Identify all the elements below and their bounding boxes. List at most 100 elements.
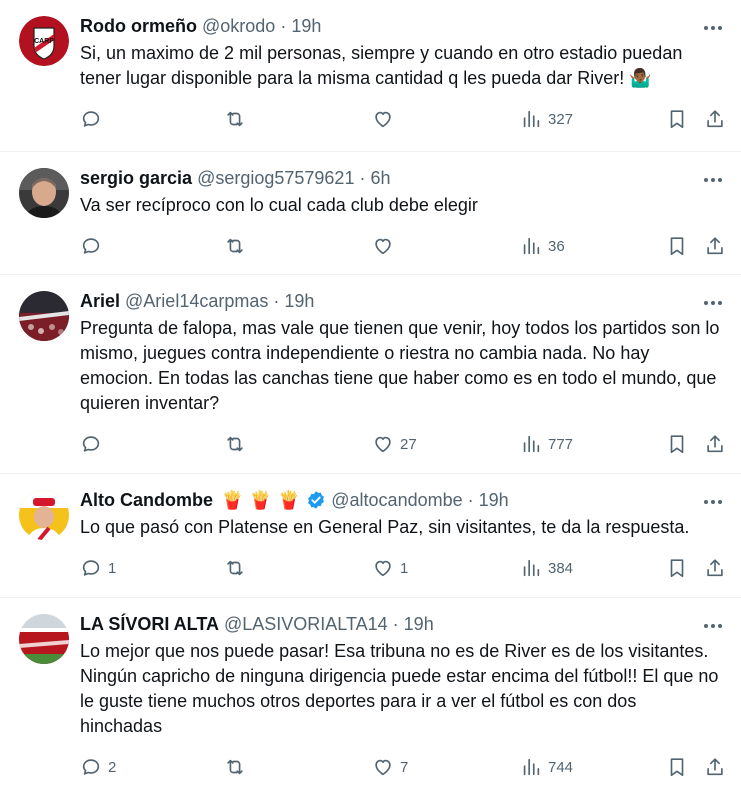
reply-bubble-icon (82, 560, 100, 576)
display-name[interactable]: Alto Candombe (80, 488, 213, 512)
share-button[interactable] (704, 433, 726, 455)
views-button[interactable]: 777 (520, 433, 573, 455)
share-button[interactable] (704, 557, 726, 579)
avatar[interactable] (19, 168, 69, 218)
views-button[interactable]: 384 (520, 557, 573, 579)
more-icon[interactable] (701, 16, 725, 40)
view-count: 36 (548, 237, 565, 255)
more-icon[interactable] (701, 614, 725, 638)
heart-icon (375, 759, 391, 776)
reply-button[interactable] (80, 108, 108, 130)
user-handle[interactable]: @altocandombe (331, 488, 462, 512)
display-name[interactable]: Ariel (80, 289, 120, 313)
like-button[interactable] (372, 235, 400, 257)
timestamp[interactable]: 19h (404, 612, 434, 636)
bookmark-button[interactable] (666, 557, 688, 579)
more-icon[interactable] (701, 490, 725, 514)
views-bars-icon (523, 110, 540, 128)
svg-text:CARP: CARP (34, 38, 54, 45)
avatar[interactable] (19, 291, 69, 341)
retweet-button[interactable] (224, 235, 252, 257)
tweet-text: Lo mejor que nos puede pasar! Esa tribun… (80, 641, 724, 736)
avatar[interactable] (19, 490, 69, 540)
tweet-actions: 36 (80, 218, 725, 276)
like-count: 27 (400, 435, 417, 453)
share-button[interactable] (704, 235, 726, 257)
timestamp[interactable]: 19h (291, 14, 321, 38)
user-handle[interactable]: @Ariel14carpmas (125, 289, 268, 313)
like-button[interactable]: 1 (372, 557, 408, 579)
share-upload-icon (707, 237, 723, 255)
retweet-button[interactable] (224, 108, 252, 130)
tweet[interactable]: Alto Candombe 🍟 🍟 🍟 @altocandombe · 19h … (0, 474, 741, 598)
timestamp[interactable]: 19h (284, 289, 314, 313)
reply-bubble-icon (82, 238, 100, 254)
bookmark-icon (670, 559, 684, 578)
avatar[interactable] (19, 614, 69, 664)
bookmark-button[interactable] (666, 235, 688, 257)
retweet-button[interactable] (224, 433, 252, 455)
avatar[interactable]: CARP (19, 16, 69, 66)
share-button[interactable] (704, 756, 726, 778)
tweet-text: Si, un maximo de 2 mil personas, siempre… (80, 43, 688, 88)
share-upload-icon (707, 110, 723, 128)
like-button[interactable]: 27 (372, 433, 417, 455)
tweet-actions: 1 1 384 (80, 540, 725, 598)
view-count: 777 (548, 435, 574, 453)
reply-button[interactable]: 2 (80, 756, 116, 778)
tweet-text: Va ser recíproco con lo cual cada club d… (80, 195, 478, 215)
reply-bubble-icon (82, 436, 100, 452)
views-bars-icon (523, 758, 540, 776)
timestamp[interactable]: 19h (479, 488, 509, 512)
views-button[interactable]: 36 (520, 235, 565, 257)
bookmark-button[interactable] (666, 756, 688, 778)
bookmark-button[interactable] (666, 433, 688, 455)
bookmark-button[interactable] (666, 108, 688, 130)
retweet-arrows-icon (227, 759, 243, 775)
tweet-actions: 2 7 744 (80, 739, 725, 794)
share-upload-icon (707, 559, 723, 577)
user-handle[interactable]: @LASIVORIALTA14 (224, 612, 388, 636)
tweet-text: Lo que pasó con Platense en General Paz,… (80, 517, 690, 537)
share-upload-icon (707, 758, 723, 776)
name-emojis: 🍟 🍟 🍟 (221, 488, 300, 512)
heart-icon (375, 560, 391, 577)
display-name[interactable]: Rodo ormeño (80, 14, 197, 38)
reply-button[interactable] (80, 433, 108, 455)
like-count: 7 (400, 758, 409, 776)
like-button[interactable]: 7 (372, 756, 408, 778)
share-button[interactable] (704, 108, 726, 130)
timestamp[interactable]: 6h (370, 166, 390, 190)
user-handle[interactable]: @okrodo (202, 14, 275, 38)
like-button[interactable] (372, 108, 400, 130)
share-upload-icon (707, 435, 723, 453)
views-bars-icon (523, 435, 540, 453)
tweet[interactable]: LA SÍVORI ALTA @LASIVORIALTA14 · 19h Lo … (0, 598, 741, 794)
reply-button[interactable]: 1 (80, 557, 116, 579)
tweet[interactable]: Ariel @Ariel14carpmas · 19h Pregunta de … (0, 275, 741, 474)
fries-emoji: 🍟 (277, 490, 301, 510)
verified-badge-icon[interactable] (306, 490, 326, 510)
display-name[interactable]: LA SÍVORI ALTA (80, 612, 219, 636)
more-icon[interactable] (701, 291, 725, 315)
more-icon[interactable] (701, 168, 725, 192)
tweet-header: Rodo ormeño @okrodo · 19h (80, 14, 725, 38)
views-button[interactable]: 744 (520, 756, 573, 778)
retweet-arrows-icon (227, 436, 243, 452)
retweet-arrows-icon (227, 238, 243, 254)
reply-button[interactable] (80, 235, 108, 257)
tweet[interactable]: CARP Rodo ormeño @okrodo · 19h Si, un ma… (0, 0, 741, 152)
user-handle[interactable]: @sergiog57579621 (197, 166, 354, 190)
views-button[interactable]: 327 (520, 108, 573, 130)
heart-icon (375, 111, 391, 128)
bookmark-icon (670, 758, 684, 777)
tweet[interactable]: sergio garcia @sergiog57579621 · 6h Va s… (0, 152, 741, 275)
views-bars-icon (523, 559, 540, 577)
view-count: 384 (548, 559, 574, 577)
retweet-button[interactable] (224, 756, 252, 778)
display-name[interactable]: sergio garcia (80, 166, 192, 190)
retweet-button[interactable] (224, 557, 252, 579)
reply-count: 1 (108, 559, 117, 577)
bookmark-icon (670, 110, 684, 129)
fries-emoji: 🍟 (249, 490, 272, 510)
